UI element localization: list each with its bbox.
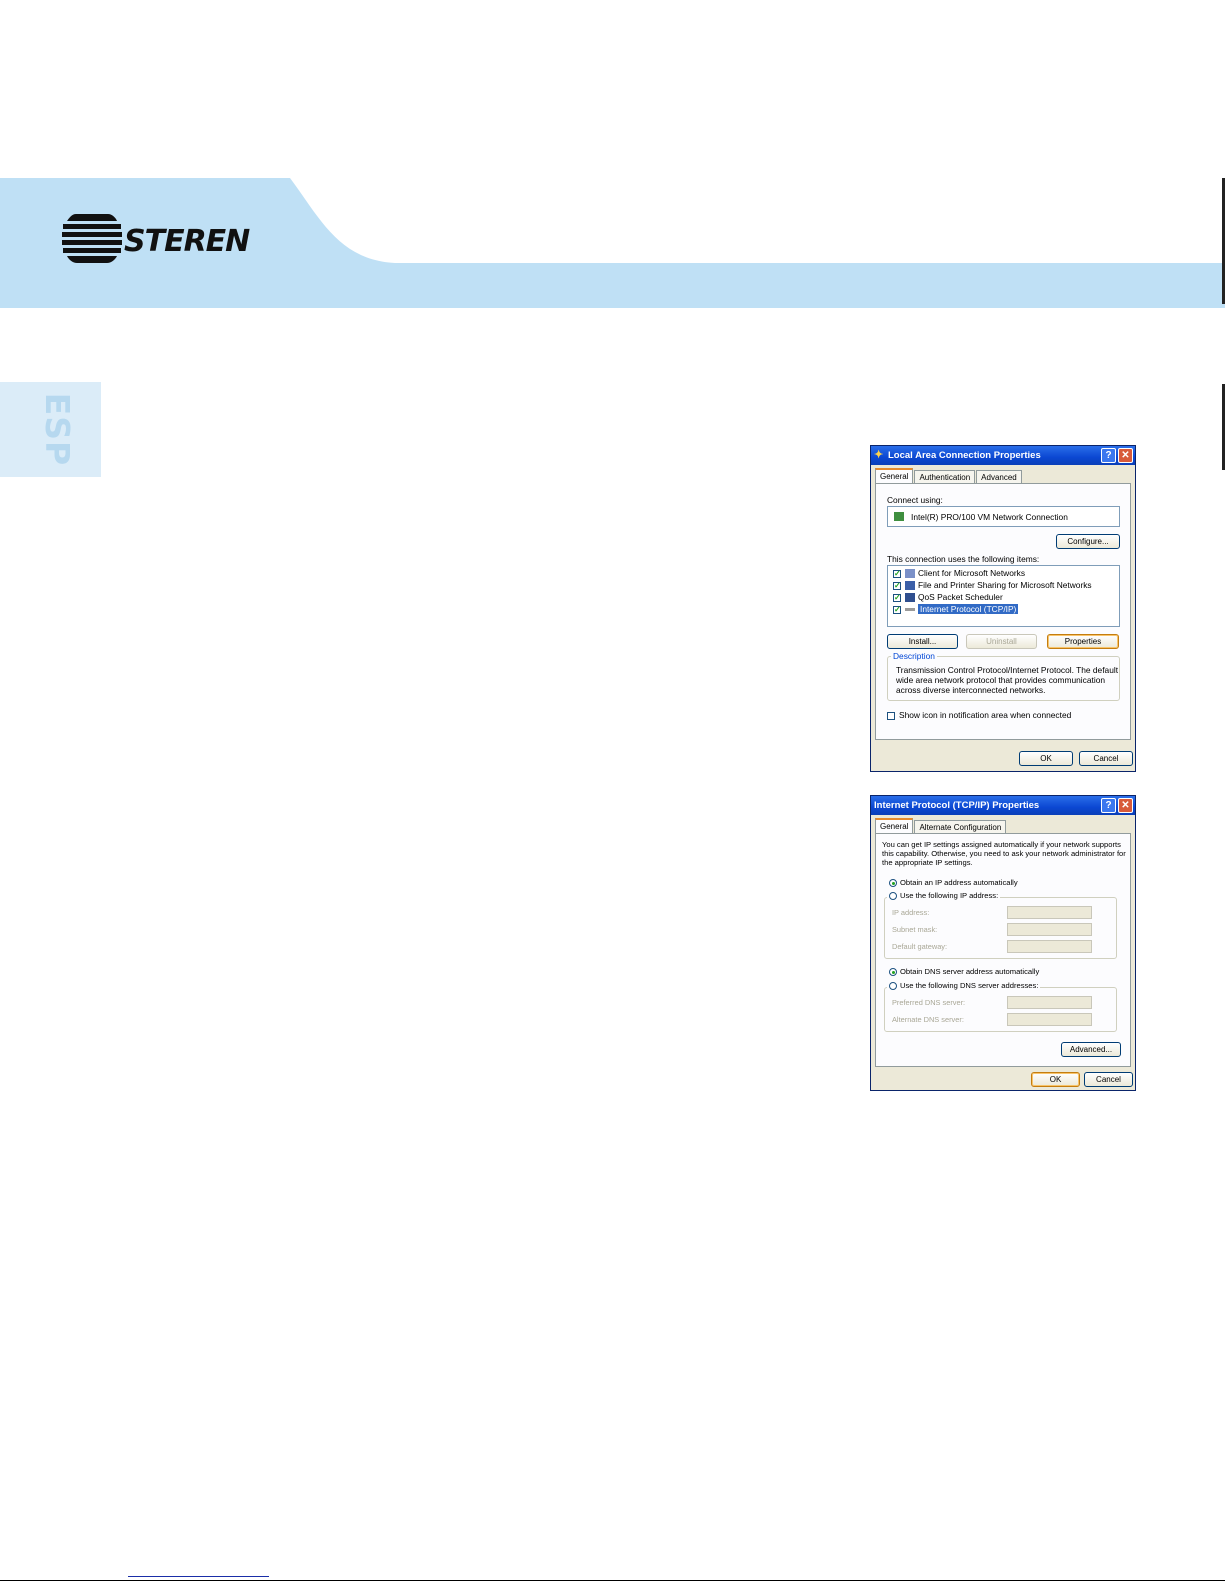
items-label: This connection uses the following items…: [887, 554, 1040, 564]
install-button[interactable]: Install...: [887, 634, 958, 649]
ok-button[interactable]: OK: [1019, 751, 1073, 766]
steren-logo-icon: [62, 214, 122, 263]
alternate-dns-label: Alternate DNS server:: [892, 1015, 964, 1024]
description-line: across diverse interconnected networks.: [896, 685, 1046, 695]
adapter-field: Intel(R) PRO/100 VM Network Connection: [887, 506, 1120, 527]
close-icon[interactable]: ✕: [1118, 798, 1133, 813]
dialog-title-bar[interactable]: Internet Protocol (TCP/IP) Properties ? …: [871, 796, 1135, 815]
ip-address-field[interactable]: [1007, 906, 1092, 919]
components-list[interactable]: ✓ Client for Microsoft Networks ✓ File and…: [887, 565, 1120, 627]
subnet-mask-field[interactable]: [1007, 923, 1092, 936]
dialog-title: Local Area Connection Properties: [888, 450, 1041, 461]
tab-general[interactable]: General: [875, 468, 914, 484]
configure-button[interactable]: Configure...: [1056, 534, 1120, 549]
description-line: Transmission Control Protocol/Internet P…: [896, 665, 1119, 675]
default-gateway-label: Default gateway:: [892, 942, 948, 951]
default-gateway-field[interactable]: [1007, 940, 1092, 953]
radio-selected-icon[interactable]: [889, 968, 897, 976]
use-ip-radio[interactable]: Use the following IP address:: [887, 891, 1001, 900]
radio-selected-icon[interactable]: [889, 879, 897, 887]
brand-name: STEREN: [124, 224, 250, 259]
cancel-button[interactable]: Cancel: [1079, 751, 1133, 766]
radio-unselected-icon[interactable]: [889, 892, 897, 900]
tab-advanced[interactable]: Advanced: [976, 470, 1022, 484]
help-icon[interactable]: ?: [1101, 448, 1116, 463]
uninstall-button[interactable]: Uninstall: [966, 634, 1037, 649]
intro-line: the appropriate IP settings.: [882, 858, 973, 867]
protocol-icon: [905, 608, 915, 612]
advanced-button[interactable]: Advanced...: [1061, 1042, 1121, 1057]
alternate-dns-field[interactable]: [1007, 1013, 1092, 1026]
adapter-name: Intel(R) PRO/100 VM Network Connection: [911, 512, 1068, 522]
checkbox-checked-icon[interactable]: ✓: [893, 581, 901, 590]
tab-alternate-configuration[interactable]: Alternate Configuration: [914, 820, 1007, 834]
radio-unselected-icon[interactable]: [889, 982, 897, 990]
description-legend: Description: [891, 651, 937, 661]
tab-authentication[interactable]: Authentication: [914, 470, 976, 484]
network-icon: ✦: [874, 449, 884, 461]
footer-rule: [0, 1580, 1225, 1581]
file-printer-sharing-icon: [905, 581, 915, 591]
intro-line: You can get IP settings assigned automat…: [882, 840, 1121, 849]
language-tab-label: ESP: [38, 392, 77, 467]
checkbox-checked-icon[interactable]: ✓: [893, 605, 901, 614]
list-item[interactable]: ✓ Client for Microsoft Networks: [893, 568, 1025, 579]
cancel-button[interactable]: Cancel: [1084, 1072, 1133, 1087]
show-icon-checkbox[interactable]: Show icon in notification area when conn…: [887, 710, 1071, 720]
dialog-title-bar[interactable]: ✦ Local Area Connection Properties ? ✕: [871, 446, 1135, 465]
close-icon[interactable]: ✕: [1118, 448, 1133, 463]
footer-link-underline[interactable]: [128, 1576, 269, 1577]
general-tab-panel: You can get IP settings assigned automat…: [875, 833, 1131, 1067]
description-line: wide area network protocol that provides…: [896, 675, 1106, 685]
client-icon: [905, 569, 915, 579]
list-item[interactable]: ✓ QoS Packet Scheduler: [893, 592, 1003, 603]
ip-address-label: IP address:: [892, 908, 930, 917]
checkbox-checked-icon[interactable]: ✓: [893, 593, 901, 602]
properties-button[interactable]: Properties: [1047, 634, 1119, 649]
checkbox-checked-icon[interactable]: ✓: [893, 569, 901, 578]
obtain-ip-radio[interactable]: Obtain an IP address automatically: [889, 878, 1018, 887]
help-icon[interactable]: ?: [1101, 798, 1116, 813]
qos-scheduler-icon: [905, 593, 915, 603]
intro-line: this capability. Otherwise, you need to …: [882, 849, 1126, 858]
connect-using-label: Connect using:: [887, 495, 943, 505]
general-tab-panel: Connect using: Intel(R) PRO/100 VM Netwo…: [875, 483, 1131, 740]
use-dns-radio[interactable]: Use the following DNS server addresses:: [887, 981, 1041, 990]
subnet-mask-label: Subnet mask:: [892, 925, 938, 934]
checkbox-unchecked-icon[interactable]: [887, 711, 895, 720]
local-area-connection-dialog: ✦ Local Area Connection Properties ? ✕ G…: [870, 445, 1136, 772]
preferred-dns-label: Preferred DNS server:: [892, 998, 966, 1007]
tab-general[interactable]: General: [875, 818, 914, 834]
tcpip-properties-dialog: Internet Protocol (TCP/IP) Properties ? …: [870, 795, 1136, 1091]
list-item[interactable]: ✓ File and Printer Sharing for Microsoft …: [893, 580, 1092, 591]
preferred-dns-field[interactable]: [1007, 996, 1092, 1009]
list-item-selected[interactable]: ✓ Internet Protocol (TCP/IP): [893, 604, 1019, 614]
obtain-dns-radio[interactable]: Obtain DNS server address automatically: [889, 967, 1039, 976]
ok-button[interactable]: OK: [1031, 1072, 1080, 1087]
dialog-title: Internet Protocol (TCP/IP) Properties: [874, 800, 1040, 811]
network-adapter-icon: [894, 512, 904, 521]
